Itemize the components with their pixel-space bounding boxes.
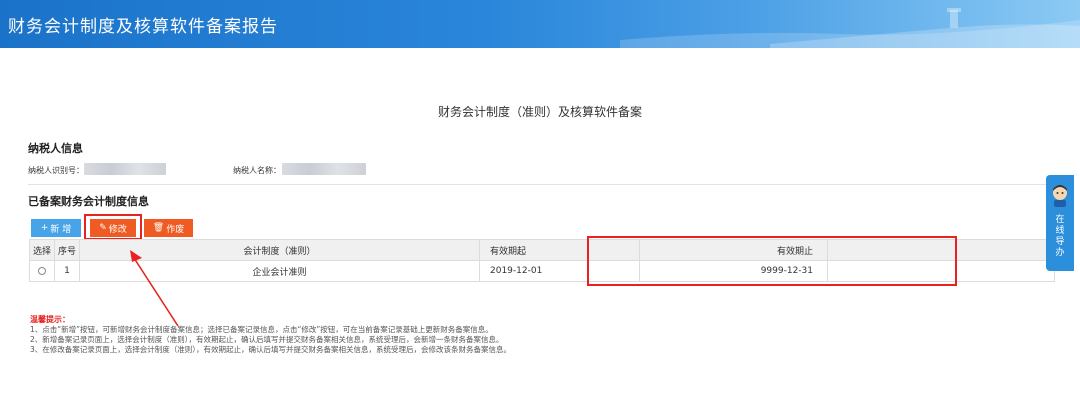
taxpayer-info-row: 纳税人识别号： 纳税人名称： [28, 163, 1058, 177]
great-wall-decoration [620, 8, 1080, 48]
tip-line: 2、新增备案记录页面上，选择会计制度（准则），有效期起止，确认后填写并提交财务备… [30, 335, 504, 344]
trash-icon: 🗑 [152, 223, 165, 233]
taxpayer-name-label: 纳税人名称： [233, 166, 281, 175]
online-guide-label: 在线导办 [1046, 215, 1074, 259]
online-guide-text: 在线导办 [1055, 215, 1065, 258]
taxpayer-section-title: 纳税人信息 [28, 142, 83, 155]
row-select-radio[interactable] [29, 260, 55, 282]
col-select: 选择 [29, 239, 55, 261]
tip-line: 3、在修改备案记录页面上，选择会计制度（准则），有效期起止，确认后填写并提交财务… [30, 345, 512, 354]
tip-line: 1、点击“新增”按钮，可新增财务会计制度备案信息；选择已备案记录信息，点击“修改… [30, 325, 493, 334]
taxpayer-id-label: 纳税人识别号： [28, 166, 84, 175]
section-divider [28, 184, 1054, 185]
row-number: 1 [54, 260, 80, 282]
taxpayer-name-value-redacted [282, 163, 366, 175]
tips-panel: 温馨提示： 1、点击“新增”按钮，可新增财务会计制度备案信息；选择已备案记录信息… [30, 315, 511, 355]
plus-icon: + [40, 223, 49, 233]
void-button[interactable]: 🗑 作废 [144, 219, 193, 237]
edit-button-highlight [84, 214, 142, 240]
page-title: 财务会计制度（准则）及核算软件备案 [437, 105, 642, 119]
validity-period-highlight [587, 236, 957, 286]
radio-button[interactable] [38, 266, 46, 275]
taxpayer-id-value-redacted [84, 163, 166, 175]
header-bar: 财务会计制度及核算软件备案报告 [0, 0, 1080, 48]
add-button[interactable]: + 新 增 [31, 219, 81, 237]
avatar-icon [1053, 185, 1067, 207]
add-button-label: 新 增 [50, 224, 72, 235]
tips-title: 温馨提示： [30, 315, 70, 324]
filed-section-title: 已备案财务会计制度信息 [28, 195, 149, 208]
col-number: 序号 [54, 239, 80, 261]
online-guide-button[interactable]: 在线导办 [1046, 175, 1074, 271]
app-title: 财务会计制度及核算软件备案报告 [8, 17, 278, 37]
void-button-label: 作废 [166, 224, 185, 235]
